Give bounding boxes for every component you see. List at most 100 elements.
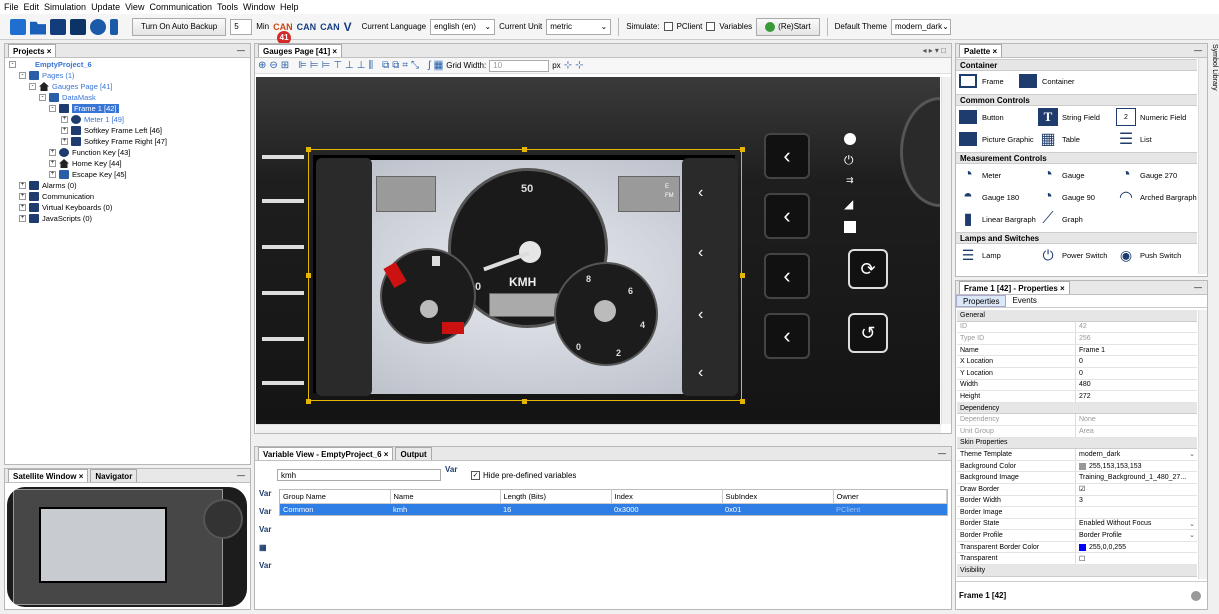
prop-row[interactable]: Transparent ☐ (957, 553, 1197, 566)
grid-toggle-icon[interactable]: ▦ (433, 60, 444, 71)
tree-item-gauges-page[interactable]: - Gauges Page [41] (29, 82, 112, 91)
prop-value[interactable]: Training_Background_1_480_27... (1076, 472, 1197, 483)
align-top-icon[interactable]: ⊤ (333, 60, 342, 71)
prop-row[interactable]: Border Image (957, 507, 1197, 519)
menu-edit[interactable]: Edit (24, 2, 40, 12)
prop-row[interactable]: Border Profile Border Profile ⌄ (957, 530, 1197, 542)
softkey-bar[interactable] (262, 381, 304, 385)
snap-grid-icon[interactable]: ⊹ (564, 60, 572, 71)
tree-item-meter1[interactable]: + Meter 1 [49] (61, 115, 124, 124)
column-header[interactable]: SubIndex (722, 490, 834, 504)
expand-icon[interactable]: + (61, 138, 68, 145)
tree-item-softkey-left[interactable]: + Softkey Frame Left [46] (61, 126, 162, 135)
softkey-frame-right[interactable] (682, 158, 738, 396)
selection-handle[interactable] (740, 399, 745, 404)
expand-icon[interactable]: + (19, 215, 26, 222)
align-bottom-icon[interactable]: ⊥ (357, 60, 366, 71)
menu-window[interactable]: Window (243, 2, 275, 12)
softkey-bar[interactable] (262, 337, 304, 341)
menu-tools[interactable]: Tools (217, 2, 238, 12)
properties-scrollbar[interactable] (1198, 310, 1207, 579)
palette-section-measurement[interactable]: Measurement Controls (956, 152, 1197, 164)
language-select[interactable]: english (en) ⌄ (430, 18, 496, 35)
palette-item-string-field[interactable]: T String Field (1038, 108, 1100, 126)
selection-handle[interactable] (522, 147, 527, 152)
prop-value[interactable]: 480 (1076, 380, 1197, 391)
side-button-1[interactable]: ‹ (764, 133, 810, 179)
remove-var-icon[interactable]: Var (259, 561, 275, 579)
tree-item-frame1[interactable]: - Frame 1 [42] (49, 104, 119, 113)
zoom-out-icon[interactable]: ⊖ (269, 60, 277, 71)
cell-length[interactable]: 16 (500, 503, 611, 515)
tree-item-pages[interactable]: - Pages (1) (19, 71, 75, 80)
column-header[interactable]: Name (390, 490, 501, 504)
unit-select[interactable]: metric ⌄ (546, 18, 612, 35)
softkey-arrow-2[interactable]: ‹ (698, 244, 703, 262)
expand-icon[interactable]: + (19, 193, 26, 200)
prop-value[interactable] (1076, 507, 1197, 518)
column-header[interactable]: Length (Bits) (500, 490, 612, 504)
cell-owner[interactable]: PClient (833, 503, 947, 515)
menu-help[interactable]: Help (280, 2, 299, 12)
prop-row[interactable]: Unit Group Area (957, 425, 1197, 438)
palette-item-list[interactable]: ☰ List (1116, 130, 1152, 148)
selection-handle[interactable] (740, 147, 745, 152)
prop-row[interactable]: Background Image Training_Background_1_48… (957, 472, 1197, 484)
new-project-icon[interactable] (10, 18, 26, 35)
minimize-icon[interactable]: — (237, 471, 245, 480)
tree-item-virtual-keyboards[interactable]: + Virtual Keyboards (0) (19, 203, 112, 212)
editor-vertical-scrollbar[interactable] (941, 77, 951, 424)
table-row[interactable]: Common kmh 16 0x3000 0x01 PClient (280, 503, 947, 515)
group-icon[interactable]: ⧉ (382, 60, 389, 71)
prop-section-general[interactable]: General (957, 310, 1197, 322)
side-button-2[interactable]: ‹ (764, 193, 810, 239)
column-header[interactable]: Group Name (280, 490, 391, 504)
tab-projects[interactable]: Projects × (8, 44, 57, 57)
add-variable-icon[interactable]: Var (445, 465, 457, 474)
tab-gauges-page[interactable]: Gauges Page [41] × (258, 44, 343, 57)
variables-checkbox[interactable] (706, 22, 716, 31)
side-button-4[interactable]: ‹ (764, 313, 810, 359)
save-all-icon[interactable] (70, 18, 86, 35)
palette-section-common[interactable]: Common Controls (956, 94, 1197, 106)
editor-horizontal-scrollbar[interactable] (256, 424, 941, 433)
palette-section-container[interactable]: Container (956, 59, 1197, 71)
rpm-gauge[interactable]: 8 6 4 2 0 (554, 262, 658, 366)
tab-navigator[interactable]: Navigator (90, 469, 138, 482)
prop-value[interactable]: Frame 1 (1076, 345, 1197, 356)
editor-window-controls[interactable]: ◂ ▸ ▾ □ (922, 46, 946, 55)
palette-item-table[interactable]: ▦ Table (1038, 130, 1080, 148)
softkey-arrow-1[interactable]: ‹ (698, 184, 703, 202)
menu-file[interactable]: File (4, 2, 19, 12)
cell-group[interactable]: Common (280, 503, 390, 515)
backup-minutes-input[interactable]: 5 (230, 18, 253, 35)
vector-icon[interactable]: V (344, 20, 352, 34)
ungroup-icon[interactable]: ⧉ (392, 60, 399, 71)
palette-item-gauge-90[interactable]: ◔ Gauge 90 (1038, 188, 1095, 206)
tree-item-datamask[interactable]: - DataMask (39, 93, 96, 102)
help-icon[interactable] (1191, 590, 1201, 601)
column-header[interactable]: Owner (833, 490, 947, 504)
prop-value-color[interactable]: 255,153,153,153 (1076, 461, 1197, 472)
menu-communication[interactable]: Communication (149, 2, 212, 12)
grid-settings-icon[interactable]: ⊹ (575, 60, 583, 71)
softkey-bar[interactable] (262, 155, 304, 159)
tab-palette[interactable]: Palette × (959, 44, 1003, 57)
prop-value-color[interactable]: 255,0,0,255 (1076, 542, 1197, 553)
tree-item-javascripts[interactable]: + JavaScripts (0) (19, 214, 92, 223)
open-folder-icon[interactable] (30, 21, 46, 35)
can-icon-1[interactable]: CAN 41 (273, 22, 293, 45)
palette-scrollbar[interactable] (1198, 58, 1207, 274)
softkey-bar[interactable] (262, 291, 304, 295)
satellite-preview[interactable] (7, 487, 247, 607)
prop-row[interactable]: Dependency None (957, 414, 1197, 426)
palette-item-picture[interactable]: Picture Graphic (958, 130, 1034, 148)
softkey-frame-left[interactable] (316, 158, 372, 396)
expand-icon[interactable]: + (61, 116, 68, 123)
theme-select[interactable]: modern_dark ⌄ (890, 18, 951, 35)
softkey-arrow-4[interactable]: ‹ (698, 364, 703, 382)
pclient-checkbox[interactable] (663, 22, 673, 31)
transparent-checkbox[interactable]: ☐ (1076, 553, 1197, 564)
zoom-in-icon[interactable]: ⊕ (258, 60, 266, 71)
resize-icon[interactable]: ⤡ (411, 60, 419, 71)
